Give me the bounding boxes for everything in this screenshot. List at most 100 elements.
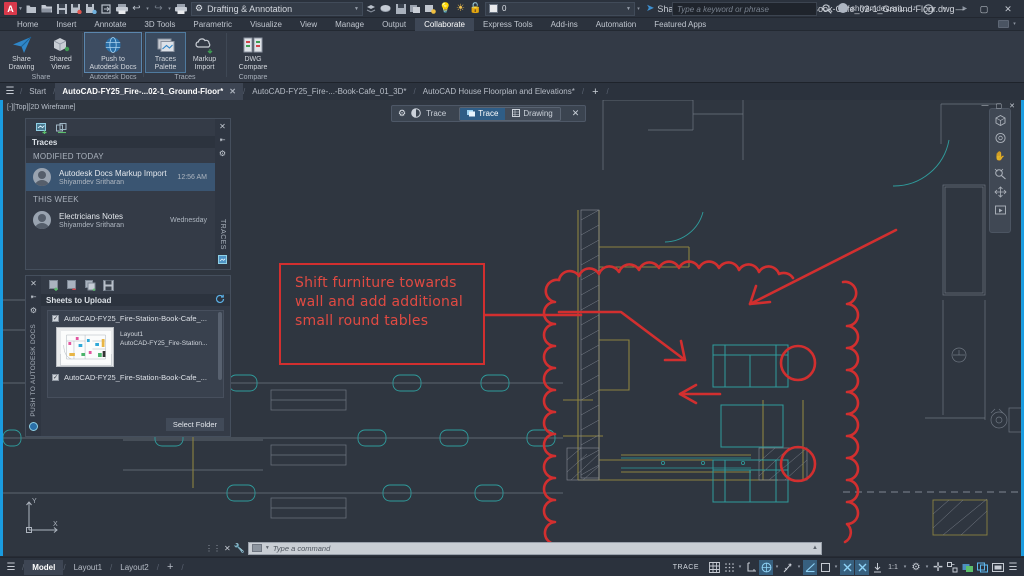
save-icon[interactable]: [103, 280, 114, 293]
minimize-button[interactable]: —: [982, 102, 989, 110]
trace-contrast-icon[interactable]: [411, 108, 421, 120]
plot-icon[interactable]: [114, 1, 129, 17]
gear-icon[interactable]: ⚙: [398, 108, 406, 119]
palette-dock-icon[interactable]: [218, 255, 227, 266]
ribbon-tab-home[interactable]: Home: [8, 18, 47, 31]
chevron-down-icon[interactable]: ▼: [626, 6, 631, 12]
autodesk-docs-icon[interactable]: [29, 422, 38, 433]
application-menu-caret-icon[interactable]: ▼: [17, 6, 24, 12]
properties-icon[interactable]: ⚙: [30, 306, 37, 315]
layer-selector[interactable]: 0 ▼: [485, 2, 635, 16]
drawing-area[interactable]: [-][Top][2D Wireframe] ⚙ Trace Trace: [0, 100, 1024, 556]
push-to-docs-palette[interactable]: ✕ ⇤ ⚙ PUSH TO AUTODESK DOCS: [25, 275, 231, 437]
sheets-list[interactable]: ✓ AutoCAD-FY25_Fire-Station-Book-Cafe_..…: [47, 310, 224, 398]
trace-settings-icon[interactable]: [56, 123, 68, 136]
select-folder-button[interactable]: Select Folder: [166, 418, 224, 431]
grid-display-icon[interactable]: [707, 560, 721, 575]
command-line-grip[interactable]: ⋮⋮: [205, 544, 221, 553]
help-icon[interactable]: ?: [916, 0, 940, 18]
scale-caret-icon[interactable]: ▾: [902, 564, 908, 570]
file-tab-house-floorplan[interactable]: AutoCAD House Floorplan and Elevations*: [416, 83, 582, 100]
application-menu-button[interactable]: A: [4, 2, 17, 15]
layout-tab-layout2[interactable]: Layout2: [112, 560, 156, 575]
object-snap-tracking-icon[interactable]: [803, 560, 817, 575]
add-sheet-icon[interactable]: [49, 280, 61, 293]
close-icon[interactable]: ✕: [224, 544, 231, 553]
close-button[interactable]: ✕: [1009, 102, 1015, 110]
ribbon-minimize-icon[interactable]: [998, 20, 1009, 28]
save-icon[interactable]: [54, 1, 69, 17]
add-layout-button[interactable]: +: [159, 560, 181, 575]
sheet-row[interactable]: ✓ AutoCAD-FY25_Fire-Station-Book-Cafe_..…: [48, 311, 223, 326]
hardware-acceleration-icon[interactable]: [961, 560, 975, 575]
orbit-icon[interactable]: [992, 185, 1008, 199]
new-tab-button[interactable]: +: [584, 86, 606, 98]
refresh-icon[interactable]: [215, 294, 225, 306]
layer-save-icon[interactable]: [393, 1, 408, 17]
object-snap-icon[interactable]: [818, 560, 832, 575]
viewcube-icon[interactable]: [992, 113, 1008, 127]
ortho-caret-icon[interactable]: ▾: [774, 564, 780, 570]
trace-item-electricians-notes[interactable]: Electricians Notes Shiyamdev Sritharan W…: [26, 206, 215, 234]
ribbon-tab-visualize[interactable]: Visualize: [241, 18, 291, 31]
ribbon-tab-3d-tools[interactable]: 3D Tools: [135, 18, 184, 31]
transparency-icon[interactable]: [855, 560, 869, 575]
polar-tracking-icon[interactable]: [781, 560, 795, 575]
remove-sheet-icon[interactable]: [67, 280, 79, 293]
layer-freeze-icon[interactable]: ☀: [453, 1, 468, 17]
toggle-trace-button[interactable]: Trace: [460, 108, 505, 120]
minimize-button[interactable]: —: [948, 0, 972, 18]
osnap-caret-icon[interactable]: ▾: [833, 564, 839, 570]
save-as-icon[interactable]: [69, 1, 84, 17]
open-from-web-icon[interactable]: [99, 1, 114, 17]
auto-hide-icon[interactable]: ⇤: [31, 293, 37, 301]
new-trace-icon[interactable]: [36, 123, 48, 136]
shared-views-button[interactable]: SharedViews: [41, 33, 80, 72]
ribbon-tab-add-ins[interactable]: Add-ins: [542, 18, 587, 31]
open-file-icon[interactable]: [39, 1, 54, 17]
drawing-canvas[interactable]: [-][Top][2D Wireframe] ⚙ Trace Trace: [3, 100, 1021, 556]
ribbon-tab-annotate[interactable]: Annotate: [85, 18, 135, 31]
traces-palette[interactable]: Traces MODIFIED TODAY Autodesk Docs Mark…: [25, 118, 231, 270]
redo-caret-icon[interactable]: ▾: [166, 6, 173, 12]
viewport-label[interactable]: [-][Top][2D Wireframe]: [7, 104, 75, 111]
undo-caret-icon[interactable]: ▾: [144, 6, 151, 12]
file-tab-book-cafe-3d[interactable]: AutoCAD-FY25_Fire-...-Book-Cafe_01_3D*: [245, 83, 413, 100]
search-icon[interactable]: [822, 4, 832, 16]
toggle-drawing-button[interactable]: Drawing: [505, 108, 559, 120]
clean-screen-icon[interactable]: [976, 560, 990, 575]
redo-icon[interactable]: ↪: [151, 1, 166, 17]
plot-preview-icon[interactable]: [173, 1, 188, 17]
properties-icon[interactable]: ⚙: [219, 149, 226, 158]
sheet-thumbnail[interactable]: [56, 327, 114, 367]
file-tab-menu-icon[interactable]: ☰: [0, 86, 20, 97]
units-icon[interactable]: [991, 560, 1005, 575]
layer-state-icon[interactable]: [378, 1, 393, 17]
markup-note[interactable]: Shift furniture towards wall and add add…: [279, 263, 485, 365]
ortho-mode-icon[interactable]: [759, 560, 773, 575]
isolate-objects-icon[interactable]: [946, 560, 960, 575]
customization-icon[interactable]: ☰: [1006, 560, 1020, 575]
help-caret-icon[interactable]: ▾: [940, 0, 948, 18]
close-icon[interactable]: ✕: [229, 87, 236, 96]
ribbon-tab-manage[interactable]: Manage: [326, 18, 373, 31]
command-input[interactable]: ▼ Type a command ▲: [248, 542, 822, 555]
ribbon-tab-collaborate[interactable]: Collaborate: [415, 18, 474, 31]
dwg-compare-button[interactable]: DWGCompare: [229, 33, 277, 72]
snap-mode-icon[interactable]: [722, 560, 736, 575]
chevron-down-icon[interactable]: ▾: [1011, 21, 1018, 27]
sheet-checkbox[interactable]: ✓: [52, 374, 59, 381]
close-icon[interactable]: ✕: [30, 279, 37, 288]
sheet-row[interactable]: ✓ AutoCAD-FY25_Fire-Station-Book-Cafe_..…: [48, 370, 223, 385]
ribbon-tab-express-tools[interactable]: Express Tools: [474, 18, 542, 31]
sheets-list-scrollbar[interactable]: [218, 312, 222, 380]
wrench-icon[interactable]: 🔧: [234, 543, 245, 554]
snap-caret-icon[interactable]: ▾: [737, 564, 743, 570]
ribbon-tab-automation[interactable]: Automation: [587, 18, 645, 31]
layer-new-icon[interactable]: [423, 1, 438, 17]
close-icon[interactable]: ✕: [219, 122, 226, 131]
save-to-web-icon[interactable]: [84, 1, 99, 17]
ribbon-tab-view[interactable]: View: [291, 18, 326, 31]
file-tab-start[interactable]: Start: [22, 83, 53, 100]
workspace-selector[interactable]: ⚙ Drafting & Annotation ▼: [191, 2, 363, 16]
